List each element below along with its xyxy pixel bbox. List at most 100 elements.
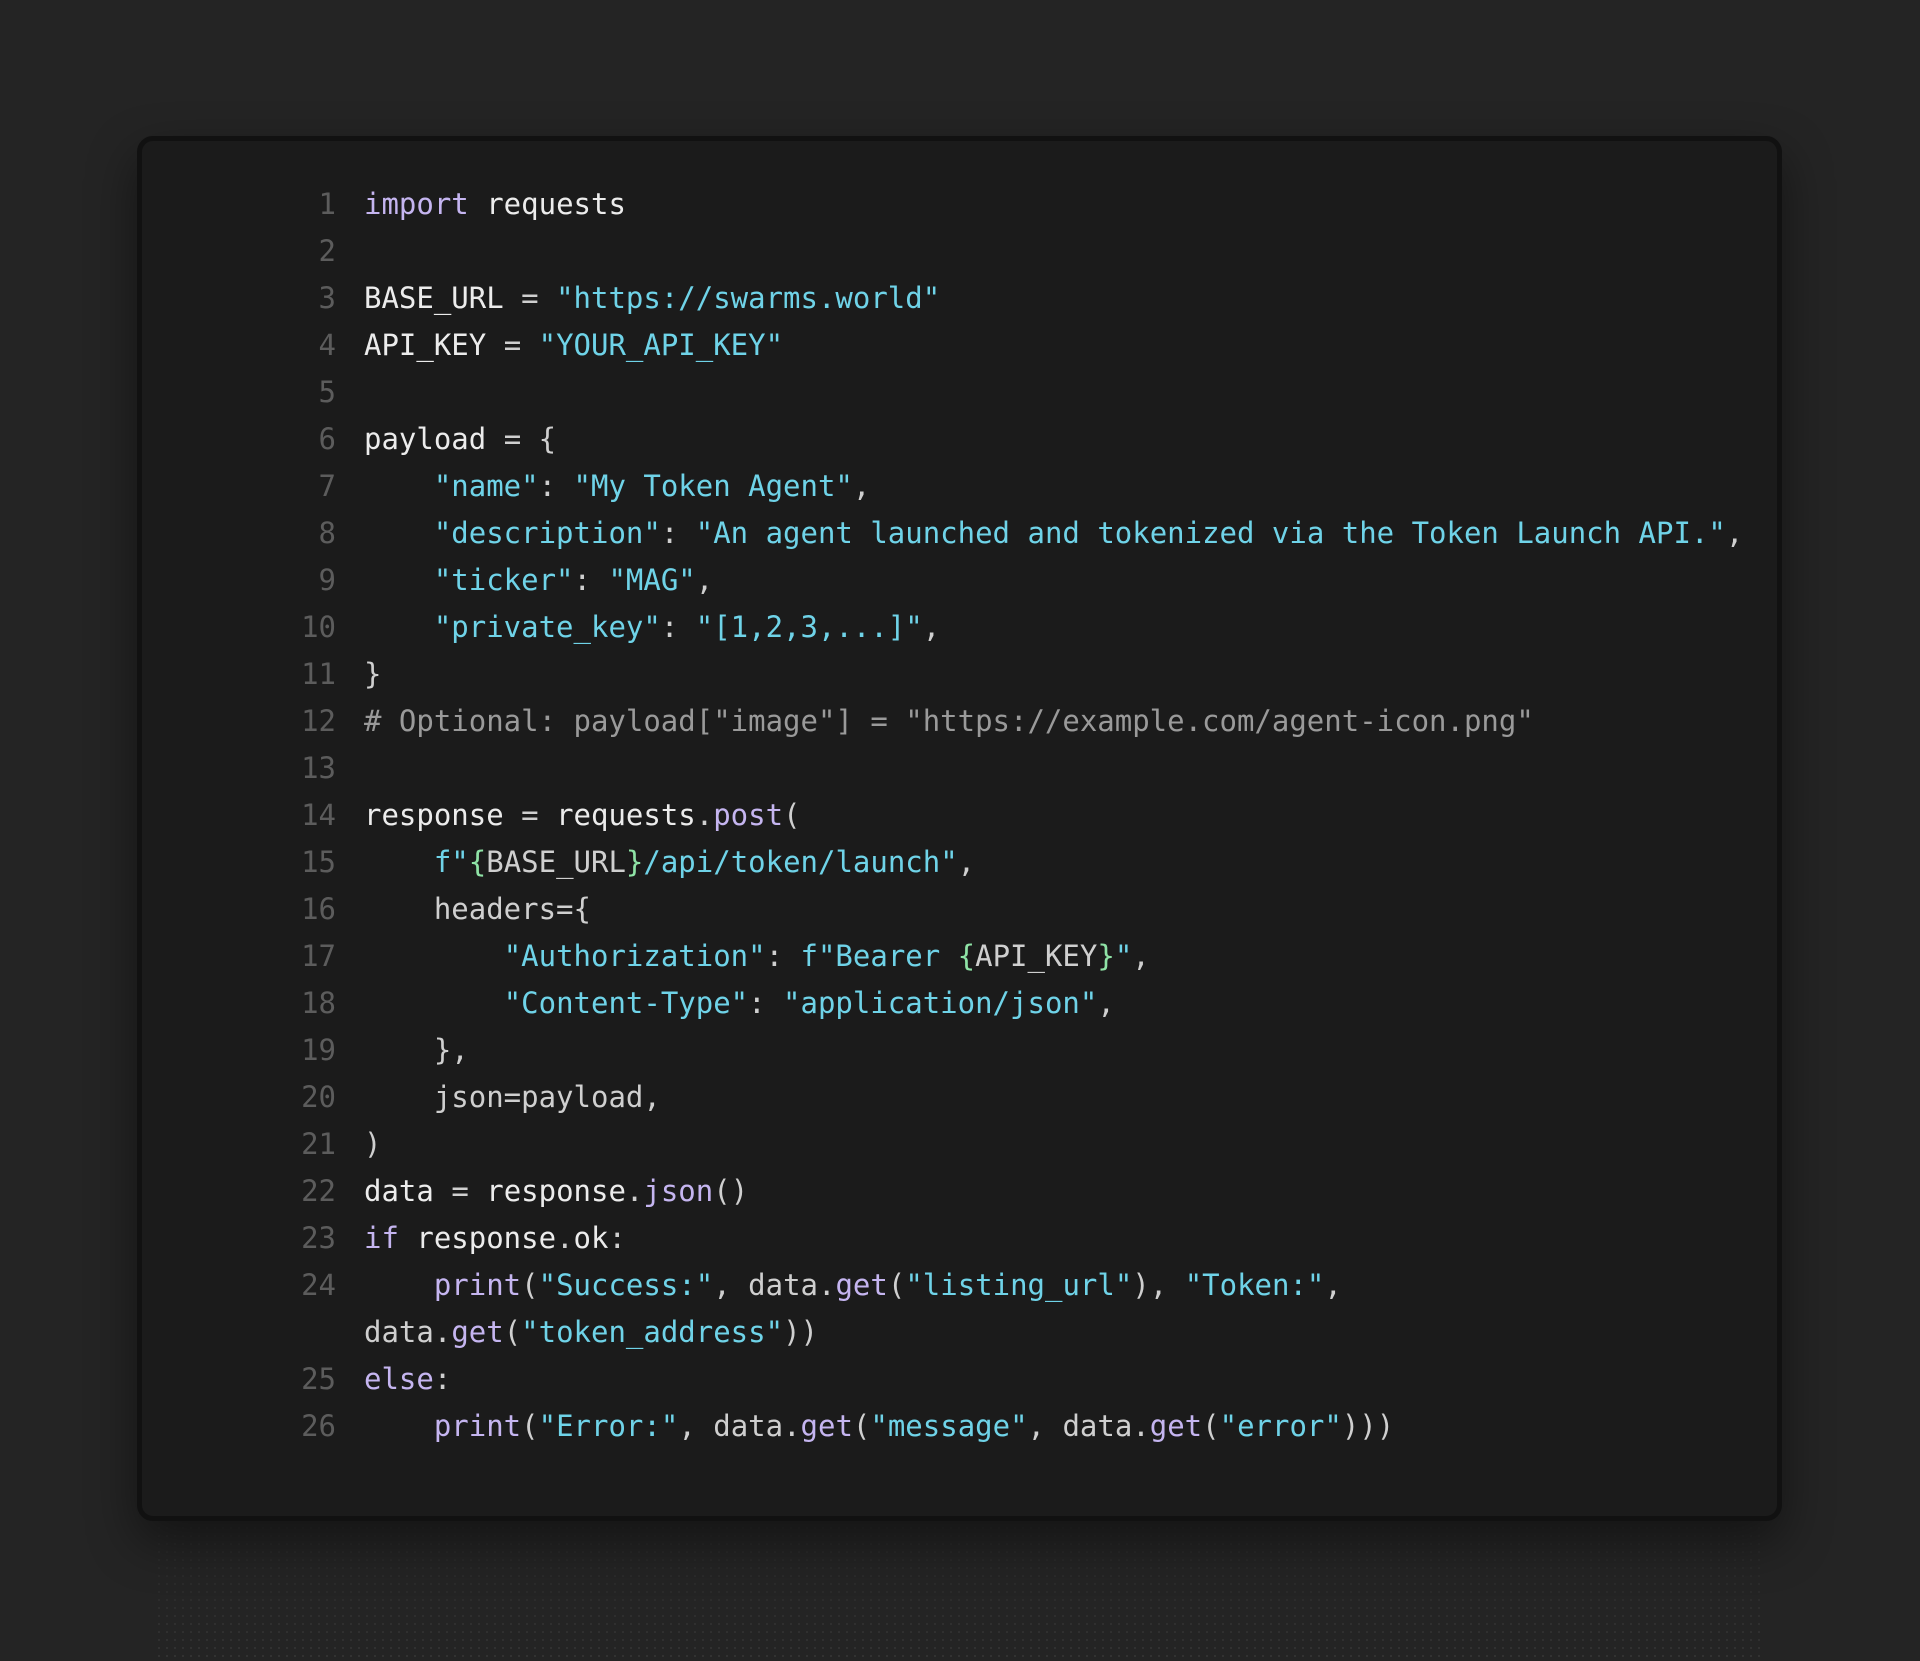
code-line: 3 BASE_URL = "https://swarms.world" bbox=[142, 275, 1777, 322]
code-text: "private_key": "[1,2,3,...]", bbox=[364, 604, 1744, 651]
code-token: , bbox=[957, 845, 976, 879]
code-token: ok bbox=[573, 1221, 609, 1255]
line-number: 17 bbox=[301, 939, 336, 973]
code-token: "listing_url" bbox=[905, 1268, 1133, 1302]
code-line: 10 "private_key": "[1,2,3,...]", bbox=[142, 604, 1777, 651]
code-token: import bbox=[364, 187, 469, 221]
code-block: 1 import requests 2 ​ 3BASE_URL = "https://s… bbox=[137, 136, 1782, 1521]
code-line: 1 import requests bbox=[142, 181, 1777, 228]
code-token: "[1,2,3,...]" bbox=[695, 610, 923, 644]
code-line: 15 f"{BASE_URL}/api/token/launch", bbox=[142, 839, 1777, 886]
line-number: 14 bbox=[301, 798, 336, 832]
code-token: }, bbox=[433, 1033, 469, 1067]
code-token: post bbox=[713, 798, 784, 832]
code-line: 26 print("Error:", data.get("message", d… bbox=[142, 1403, 1777, 1450]
code-line: 19 }, bbox=[142, 1027, 1777, 1074]
code-text: API_KEY = "YOUR_API_KEY" bbox=[364, 322, 1744, 369]
code-token: : bbox=[748, 986, 784, 1020]
code-text: headers={ bbox=[364, 886, 1744, 933]
code-token: } bbox=[625, 845, 644, 879]
line-number: 12 bbox=[301, 704, 336, 738]
code-token: : bbox=[608, 1221, 626, 1255]
code-token: "ticker" bbox=[433, 563, 574, 597]
code-text: print("Success:", data.get("listing_url"… bbox=[364, 1262, 1744, 1356]
code-text: ​ bbox=[364, 369, 1744, 416]
code-text: } bbox=[364, 651, 1744, 698]
code-token: "error" bbox=[1219, 1409, 1342, 1443]
code-line: 9 "ticker": "MAG", bbox=[142, 557, 1777, 604]
code-token: "YOUR_API_KEY" bbox=[538, 328, 784, 362]
code-token: , bbox=[1725, 516, 1744, 550]
code-token: f"Bearer bbox=[800, 939, 958, 973]
line-number: 15 bbox=[301, 845, 336, 879]
code-token: f" bbox=[433, 845, 469, 879]
code-token: API_KEY bbox=[364, 328, 504, 362]
code-token: "application/json" bbox=[783, 986, 1098, 1020]
code-line: 14 response = requests.post( bbox=[142, 792, 1777, 839]
code-token: "token_address" bbox=[521, 1315, 784, 1349]
code-token: BASE_URL bbox=[364, 281, 522, 315]
code-text: "description": "An agent launched and to… bbox=[364, 510, 1744, 557]
line-number: 1 bbox=[318, 187, 336, 221]
code-text: response = requests.post( bbox=[364, 792, 1744, 839]
code-token: : bbox=[660, 610, 696, 644]
code-text: "name": "My Token Agent", bbox=[364, 463, 1744, 510]
code-token: { bbox=[468, 845, 487, 879]
code-token: ))) bbox=[1341, 1409, 1395, 1443]
code-token: , bbox=[1132, 939, 1150, 973]
line-number: 6 bbox=[318, 422, 336, 456]
line-number: 2 bbox=[318, 234, 336, 268]
code-line: 8 "description": "An agent launched and … bbox=[142, 510, 1777, 557]
code-line: 4 API_KEY = "YOUR_API_KEY" bbox=[142, 322, 1777, 369]
line-number: 18 bbox=[301, 986, 336, 1020]
code-token: ( bbox=[503, 1315, 522, 1349]
code-token: response bbox=[486, 1174, 626, 1208]
code-token: . bbox=[695, 798, 714, 832]
code-text: "Authorization": f"Bearer {API_KEY}", bbox=[364, 933, 1744, 980]
code-token: "Authorization" bbox=[503, 939, 766, 973]
code-token: # Optional: payload["image"] = "https://… bbox=[364, 704, 1534, 738]
code-token: json bbox=[643, 1174, 714, 1208]
code-line: 7 "name": "My Token Agent", bbox=[142, 463, 1777, 510]
line-number: 10 bbox=[301, 610, 336, 644]
line-number: 9 bbox=[318, 563, 336, 597]
code-token: = bbox=[503, 328, 539, 362]
code-line: 16 headers={ bbox=[142, 886, 1777, 933]
code-line: 18 "Content-Type": "application/json", bbox=[142, 980, 1777, 1027]
code-token: , bbox=[1097, 986, 1115, 1020]
code-token: { bbox=[957, 939, 976, 973]
code-text: ​ bbox=[364, 745, 1744, 792]
code-token: ( bbox=[521, 1268, 539, 1302]
code-token: response bbox=[398, 1221, 557, 1255]
line-number: 8 bbox=[318, 516, 336, 550]
line-number: 5 bbox=[318, 375, 336, 409]
code-token: if bbox=[364, 1221, 399, 1255]
code-token: ( bbox=[1202, 1409, 1220, 1443]
code-token: payload bbox=[364, 422, 504, 456]
line-number: 7 bbox=[318, 469, 336, 503]
code-line: 17 "Authorization": f"Bearer {API_KEY}", bbox=[142, 933, 1777, 980]
code-token: "private_key" bbox=[433, 610, 661, 644]
code-text: import requests bbox=[364, 181, 1744, 228]
code-token: response bbox=[364, 798, 522, 832]
code-line: 13 ​ bbox=[142, 745, 1777, 792]
code-token: get bbox=[1149, 1409, 1203, 1443]
code-token: = { bbox=[503, 422, 557, 456]
code-line: 20 json=payload, bbox=[142, 1074, 1777, 1121]
code-token: "name" bbox=[433, 469, 539, 503]
code-token: print bbox=[433, 1409, 522, 1443]
code-token: : bbox=[573, 563, 609, 597]
line-number: 25 bbox=[301, 1362, 336, 1396]
code-token: ( bbox=[852, 1409, 871, 1443]
code-text: BASE_URL = "https://swarms.world" bbox=[364, 275, 1744, 322]
code-text: "Content-Type": "application/json", bbox=[364, 980, 1744, 1027]
